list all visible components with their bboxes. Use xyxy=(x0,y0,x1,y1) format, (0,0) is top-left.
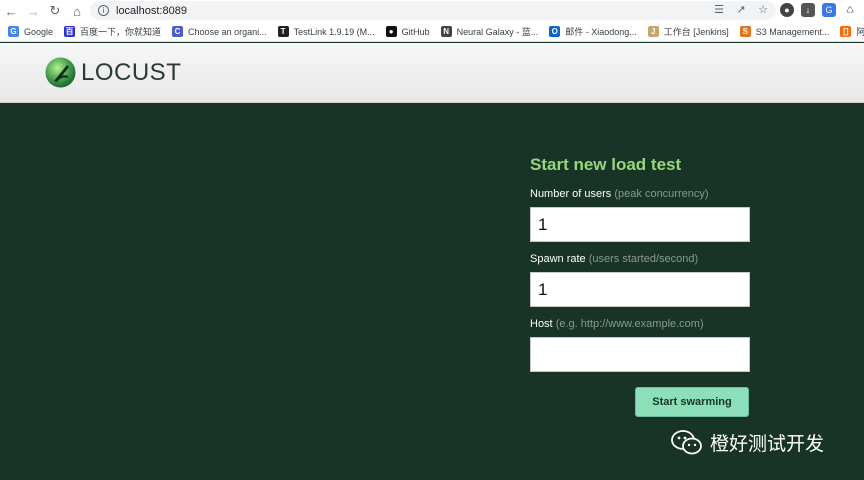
bookmark-item[interactable]: O 邮件 - Xiaodong... xyxy=(549,25,637,38)
bookmark-label: 百度一下，你就知道 xyxy=(80,27,162,37)
spawn-rate-label-text: Spawn rate xyxy=(530,253,586,265)
bookmark-item[interactable]: [] 阿里云控制台首页 xyxy=(840,25,864,38)
aliyun-icon: [] xyxy=(840,26,852,37)
spawn-rate-label: Spawn rate (users started/second) xyxy=(530,253,750,267)
bookmark-label: GitHub xyxy=(401,26,430,37)
address-url[interactable]: localhost:8089 xyxy=(116,5,187,17)
bookmark-item[interactable]: T TestLink 1.9.19 (M... xyxy=(277,26,375,37)
users-label: Number of users (peak concurrency) xyxy=(530,188,750,202)
back-arrow-icon[interactable]: ← xyxy=(0,0,22,22)
start-load-test-form: Start new load test Number of users (pea… xyxy=(530,155,750,372)
bookmark-label: 阿里云控制台首页 xyxy=(856,25,864,38)
bookmark-label: S3 Management... xyxy=(755,26,830,37)
host-label: Host (e.g. http://www.example.com) xyxy=(530,318,750,332)
google-icon: G xyxy=(8,26,19,37)
bookmark-label: Neural Galaxy - 蓝... xyxy=(456,27,539,37)
users-input[interactable] xyxy=(530,207,750,242)
bookmarks-bar: G Google 百百度一下，你就知道 C Choose an organi... T Te… xyxy=(0,22,864,42)
spawn-rate-input[interactable] xyxy=(530,272,750,307)
form-title: Start new load test xyxy=(530,155,682,174)
extension-circle-icon[interactable]: ● xyxy=(780,3,794,17)
wechat-icon xyxy=(671,430,702,455)
bookmark-label: Google xyxy=(24,26,54,37)
host-input[interactable] xyxy=(530,337,750,372)
extensions-puzzle-icon[interactable]: ♺ xyxy=(843,3,857,17)
organization-icon: C xyxy=(172,26,184,37)
bookmark-item[interactable]: C Choose an organi... xyxy=(172,26,267,37)
site-info-icon[interactable]: i xyxy=(98,5,109,16)
bookmark-item[interactable]: N Neural Galaxy - 蓝... xyxy=(440,25,539,38)
bookmark-item[interactable]: G Google xyxy=(8,26,53,37)
neural-galaxy-icon: N xyxy=(440,26,452,37)
extension-download-icon[interactable]: ↓ xyxy=(801,3,815,17)
bookmark-item[interactable]: J 工作台 [Jenkins] xyxy=(647,25,729,38)
bookmark-item[interactable]: ● GitHub xyxy=(385,26,430,37)
watermark-text: 橙好测试开发 xyxy=(710,433,825,455)
jenkins-icon: J xyxy=(647,26,659,37)
host-label-text: Host xyxy=(530,318,553,330)
share-icon[interactable]: ↗ xyxy=(734,3,748,17)
watermark: 橙好测试开发 xyxy=(670,428,824,456)
users-hint: (peak concurrency) xyxy=(614,188,709,200)
testlink-icon: T xyxy=(277,26,289,37)
outlook-icon: O xyxy=(549,26,561,37)
bookmark-label: 邮件 - Xiaodong... xyxy=(565,27,637,37)
reload-icon[interactable]: ↻ xyxy=(44,0,66,22)
bookmark-label: TestLink 1.9.19 (M... xyxy=(293,26,375,37)
bookmark-star-icon[interactable]: ☆ xyxy=(756,3,770,17)
locust-logo-text: LOCUST xyxy=(81,58,182,86)
locust-logo-icon xyxy=(45,57,76,88)
bookmark-item[interactable]: S S3 Management... xyxy=(739,26,830,37)
aws-s3-icon: S xyxy=(739,26,751,37)
baidu-icon: 百 xyxy=(64,26,76,37)
start-swarming-button[interactable]: Start swarming xyxy=(635,387,749,417)
host-hint: (e.g. http://www.example.com) xyxy=(555,318,704,330)
address-bar[interactable]: i localhost:8089 ☰ ↗ ☆ xyxy=(90,1,776,20)
app-header: LOCUST xyxy=(0,43,864,103)
bookmark-item[interactable]: 百百度一下，你就知道 xyxy=(64,25,161,38)
bookmark-label: Choose an organi... xyxy=(188,26,267,37)
translate-icon[interactable]: ☰ xyxy=(712,3,726,17)
spawn-rate-hint: (users started/second) xyxy=(588,253,699,265)
github-icon: ● xyxy=(385,26,397,37)
bookmark-label: 工作台 [Jenkins] xyxy=(663,27,729,37)
users-label-text: Number of users xyxy=(530,188,612,200)
forward-arrow-icon[interactable]: → xyxy=(22,0,44,22)
extension-translate-icon[interactable]: G xyxy=(822,3,836,17)
locust-logo[interactable]: LOCUST xyxy=(45,57,181,88)
home-icon[interactable]: ⌂ xyxy=(66,0,88,22)
browser-toolbar: ← → ↻ ⌂ i localhost:8089 ☰ ↗ ☆ ● ↓ G ♺ xyxy=(0,0,864,22)
